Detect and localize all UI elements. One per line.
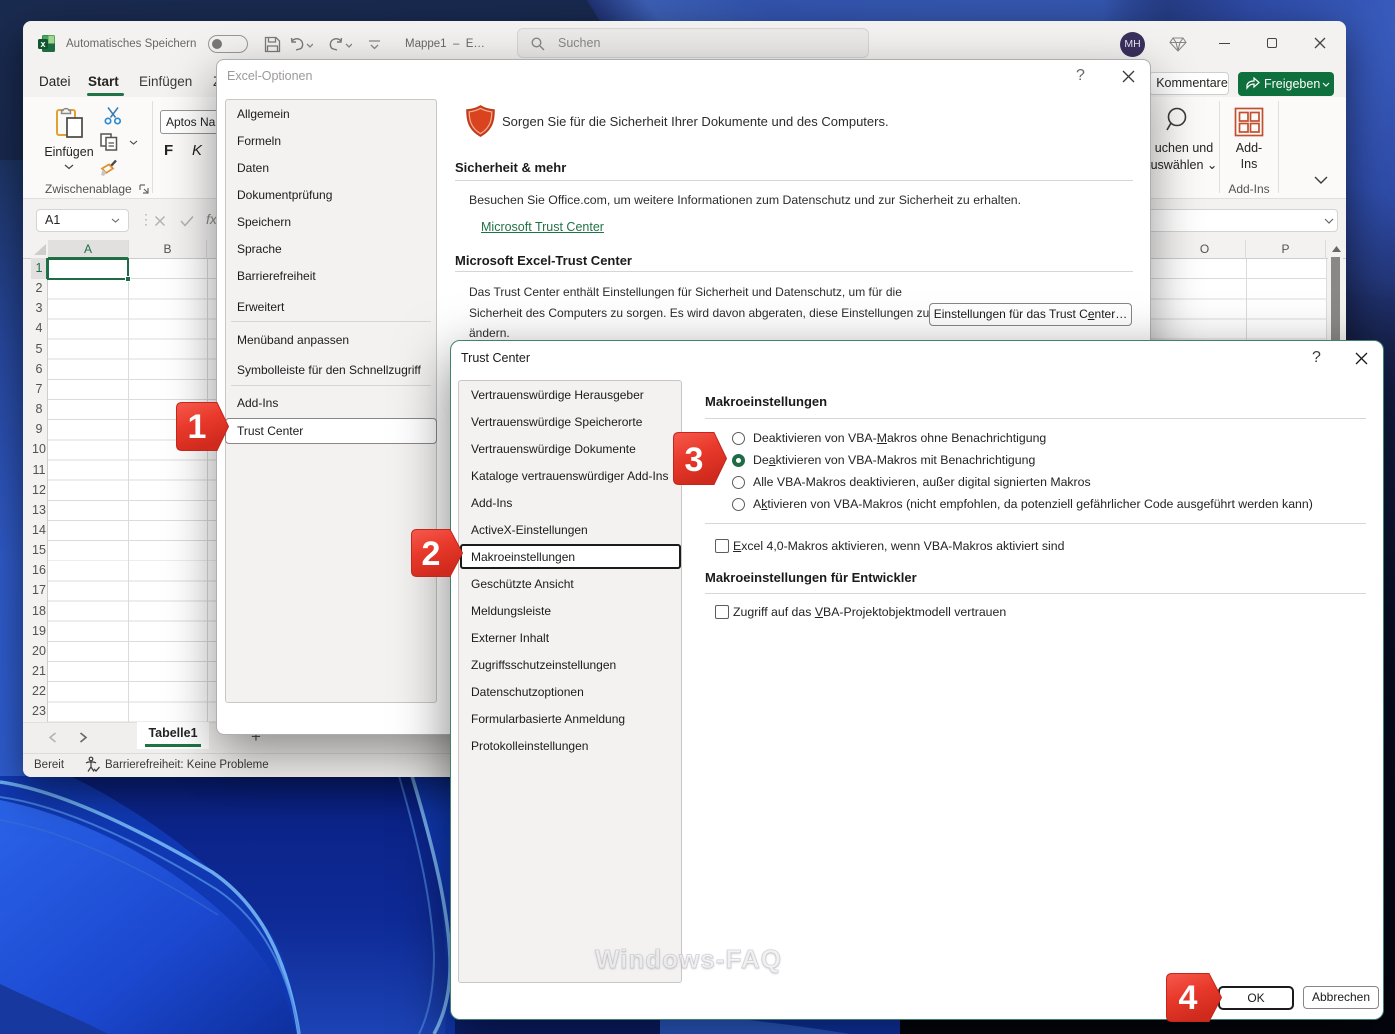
svg-text:4: 4 xyxy=(1179,979,1198,1017)
svg-text:x: x xyxy=(40,39,45,49)
svg-text:2: 2 xyxy=(422,535,441,573)
svg-text:1: 1 xyxy=(188,408,207,446)
svg-text:3: 3 xyxy=(685,441,704,479)
